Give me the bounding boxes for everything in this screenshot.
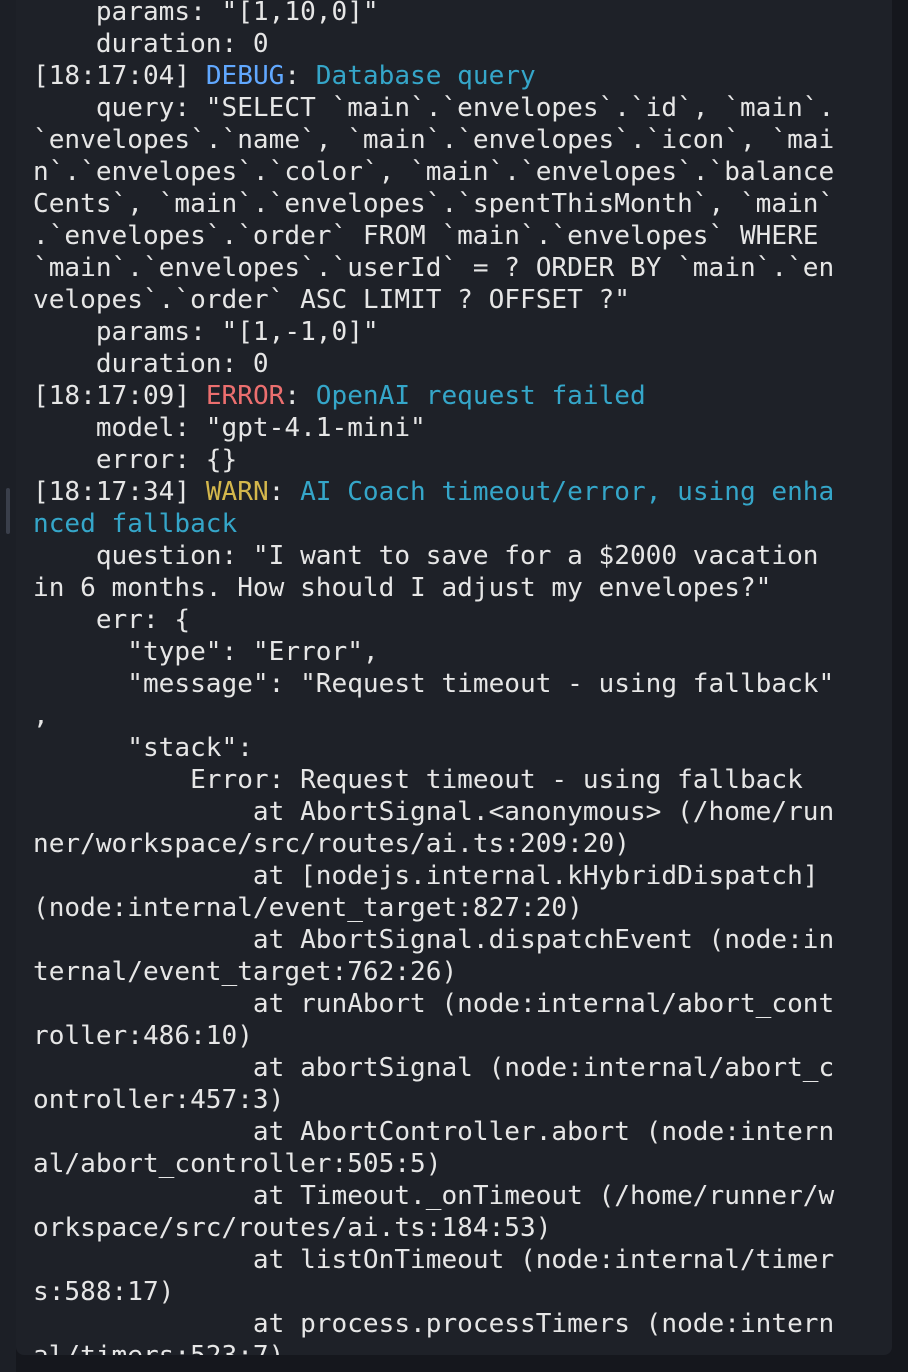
log-line: (node:internal/event_target:827:20) — [33, 893, 583, 923]
log-line: in 6 months. How should I adjust my enve… — [33, 573, 772, 603]
log-message: nced fallback — [33, 509, 238, 539]
log-line: Cents`, `main`.`envelopes`.`spentThisMon… — [33, 189, 835, 219]
log-line: "message": "Request timeout - using fall… — [33, 669, 835, 699]
log-line: [18:17:04] DEBUG: Database query — [33, 60, 834, 92]
log-line: "stack": — [33, 733, 253, 763]
panel-resize-handle[interactable] — [6, 488, 10, 534]
log-line: params: "[1,10,0]" — [33, 0, 379, 27]
log-line: model: "gpt-4.1-mini" — [33, 413, 426, 443]
log-line: at AbortSignal.<anonymous> (/home/run — [33, 797, 835, 827]
log-timestamp: [18:17:09] — [33, 381, 206, 411]
log-level-debug: DEBUG — [205, 61, 285, 91]
log-line: `main`.`envelopes`.`userId` = ? ORDER BY… — [33, 253, 835, 283]
log-line: `envelopes`.`name`, `main`.`envelopes`.`… — [33, 125, 835, 155]
log-line: velopes`.`order` ASC LIMIT ? OFFSET ?" — [33, 285, 630, 315]
log-message: Database query — [315, 61, 536, 91]
log-line: s:588:17) — [33, 1277, 175, 1307]
log-line: nced fallback — [33, 508, 834, 540]
right-edge — [892, 0, 908, 1372]
log-line: at Timeout._onTimeout (/home/runner/w — [33, 1181, 835, 1211]
log-line: err: { — [33, 605, 191, 635]
log-line: [18:17:09] ERROR: OpenAI request failed — [33, 380, 834, 412]
log-level-warn: WARN — [205, 477, 269, 507]
log-line: orkspace/src/routes/ai.ts:184:53) — [33, 1213, 552, 1243]
log-separator: : — [268, 477, 301, 507]
log-line: duration: 0 — [33, 349, 269, 379]
log-line: al/timers:523:7) — [33, 1340, 834, 1355]
log-line: ternal/event_target:762:26) — [33, 957, 458, 987]
log-timestamp: [18:17:04] — [33, 61, 206, 91]
log-timestamp: [18:17:34] — [33, 477, 206, 507]
log-line: roller:486:10) — [33, 1021, 253, 1051]
log-line: Error: Request timeout - using fallback — [33, 765, 803, 795]
console-output-panel[interactable]: params: "[1,10,0]" duration: 0 [18:17:04]… — [16, 0, 892, 1355]
console-log: params: "[1,10,0]" duration: 0 [18:17:04]… — [33, 0, 834, 1355]
log-line: .`envelopes`.`order` FROM `main`.`envelo… — [33, 221, 819, 251]
log-separator: : — [284, 381, 316, 411]
log-line: [18:17:34] WARN: AI Coach timeout/error,… — [33, 476, 834, 508]
log-line: at listOnTimeout (node:internal/timer — [33, 1245, 835, 1275]
log-line: duration: 0 — [33, 29, 269, 59]
log-line: error: {} — [33, 445, 238, 475]
log-line: at [nodejs.internal.kHybridDispatch] — [33, 861, 819, 891]
log-line: at AbortController.abort (node:intern — [33, 1117, 835, 1147]
log-line: at runAbort (node:internal/abort_cont — [33, 989, 835, 1019]
log-line: , — [33, 701, 49, 731]
log-line: question: "I want to save for a $2000 va… — [33, 541, 819, 571]
left-panel-gutter — [0, 0, 16, 1372]
log-line: at abortSignal (node:internal/abort_c — [33, 1053, 835, 1083]
log-line: "type": "Error", — [33, 637, 379, 667]
log-line: al/abort_controller:505:5) — [33, 1149, 442, 1179]
log-message: AI Coach timeout/error, using enha — [300, 477, 835, 507]
log-message: OpenAI request failed — [315, 381, 646, 411]
log-line: n`.`envelopes`.`color`, `main`.`envelope… — [33, 157, 835, 187]
log-separator: : — [284, 61, 316, 91]
log-line: ner/workspace/src/routes/ai.ts:209:20) — [33, 829, 630, 859]
log-line: at AbortSignal.dispatchEvent (node:in — [33, 925, 835, 955]
log-line: params: "[1,-1,0]" — [33, 317, 379, 347]
log-level-error: ERROR — [205, 381, 285, 411]
app-frame: params: "[1,10,0]" duration: 0 [18:17:04]… — [0, 0, 908, 1372]
log-line: ontroller:457:3) — [33, 1085, 285, 1115]
log-line: query: "SELECT `main`.`envelopes`.`id`, … — [33, 93, 835, 123]
log-line: at process.processTimers (node:intern — [33, 1309, 835, 1339]
